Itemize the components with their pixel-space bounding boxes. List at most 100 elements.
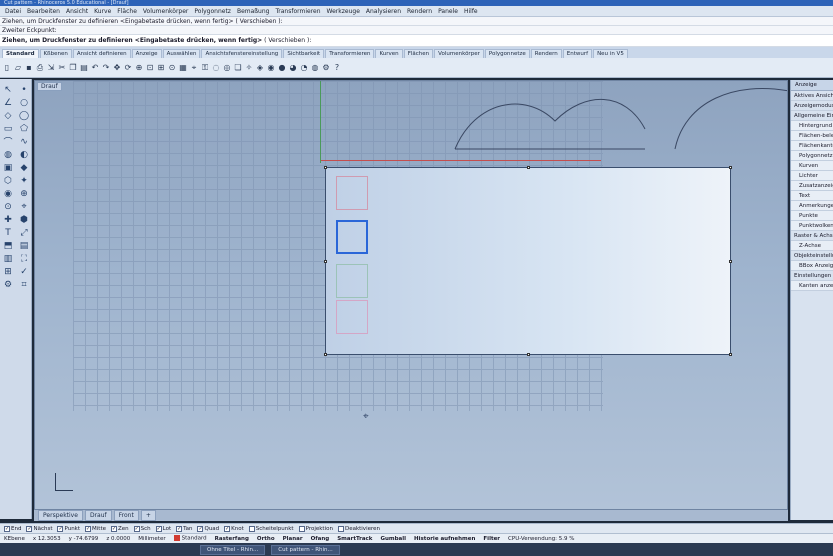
show-icon[interactable]: ◎ bbox=[222, 62, 232, 74]
rendered-icon[interactable]: ◕ bbox=[288, 62, 298, 74]
hide-icon[interactable]: ◌ bbox=[211, 62, 221, 74]
checkbox[interactable] bbox=[337, 525, 344, 532]
panel-item-aktives-ansichtsfenster[interactable]: Aktives Ansichtsfenster bbox=[791, 91, 833, 101]
panel-item-raster-achsen[interactable]: Raster & Achsen bbox=[791, 231, 833, 241]
resize-handle[interactable] bbox=[729, 353, 732, 356]
checkbox[interactable]: ✓ bbox=[133, 525, 140, 532]
menu-werkzeuge[interactable]: Werkzeuge bbox=[324, 8, 363, 15]
osnap-knot[interactable]: ✓ Knot bbox=[224, 525, 244, 532]
osnap-deaktivieren[interactable]: Deaktivieren bbox=[337, 525, 380, 532]
left-tool-8-icon[interactable]: ⬠ bbox=[16, 122, 32, 135]
left-tool-13-icon[interactable]: ▣ bbox=[0, 161, 16, 174]
left-tool-30-icon[interactable]: ✓ bbox=[16, 265, 32, 278]
menu-datei[interactable]: Datei bbox=[2, 8, 24, 15]
menu-panele[interactable]: Panele bbox=[435, 8, 461, 15]
viewport-tab-drauf[interactable]: Drauf bbox=[84, 510, 112, 521]
resize-handle[interactable] bbox=[729, 260, 732, 263]
menu-rendern[interactable]: Rendern bbox=[404, 8, 435, 15]
toolbar-tab-ansicht-definieren[interactable]: Ansicht definieren bbox=[72, 49, 131, 58]
pick-icon[interactable]: ⌖ bbox=[189, 62, 199, 74]
command-prompt[interactable]: Ziehen, um Druckfenster zu definieren <E… bbox=[0, 35, 833, 47]
left-tool-1-icon[interactable]: ↖ bbox=[0, 83, 16, 96]
toggle-ofang[interactable]: Ofang bbox=[311, 536, 330, 542]
toggle-rasterfang[interactable]: Rasterfang bbox=[215, 536, 249, 542]
taskbar-item[interactable]: Cut pattern - Rhin... bbox=[271, 544, 340, 555]
left-tool-27-icon[interactable]: ▥ bbox=[0, 252, 16, 265]
toolbar-tab-neu-in-v5[interactable]: Neu in V5 bbox=[593, 49, 628, 58]
menu-fläche[interactable]: Fläche bbox=[114, 8, 140, 15]
osnap-punkt[interactable]: ✓ Punkt bbox=[57, 525, 80, 532]
panel-item-bbox-anzeige[interactable]: BBox Anzeige bbox=[791, 261, 833, 271]
left-tool-3-icon[interactable]: ∠ bbox=[0, 96, 16, 109]
checkbox[interactable]: ✓ bbox=[155, 525, 162, 532]
toggle-gumball[interactable]: Gumball bbox=[380, 536, 406, 542]
left-tool-14-icon[interactable]: ◆ bbox=[16, 161, 32, 174]
toggle-filter[interactable]: Filter bbox=[483, 536, 500, 542]
toolbar-tab-entwurf[interactable]: Entwurf bbox=[562, 49, 593, 58]
panel-tab-anzeige[interactable]: Anzeige bbox=[791, 80, 833, 91]
toolbar-tab-transformieren[interactable]: Transformieren bbox=[325, 49, 375, 58]
cplane-readout[interactable]: KEbene bbox=[4, 536, 25, 542]
left-tool-32-icon[interactable]: ⌗ bbox=[16, 278, 32, 291]
panel-item-objekteinstellungen[interactable]: Objekteinstellungen bbox=[791, 251, 833, 261]
shaded-icon[interactable]: ● bbox=[277, 62, 287, 74]
checkbox[interactable]: ✓ bbox=[224, 525, 231, 532]
left-tool-19-icon[interactable]: ⊙ bbox=[0, 200, 16, 213]
zoom-window-icon[interactable]: ⊡ bbox=[145, 62, 155, 74]
toggle-planar[interactable]: Planar bbox=[283, 536, 303, 542]
menu-hilfe[interactable]: Hilfe bbox=[461, 8, 481, 15]
light-icon[interactable]: ✧ bbox=[244, 62, 254, 74]
panel-item-punkte[interactable]: Punkte bbox=[791, 211, 833, 221]
checkbox[interactable]: ✓ bbox=[176, 525, 183, 532]
checkbox[interactable]: ✓ bbox=[4, 525, 10, 532]
left-tool-11-icon[interactable]: ◍ bbox=[0, 148, 16, 161]
new-icon[interactable]: ▯ bbox=[2, 62, 12, 74]
left-tool-7-icon[interactable]: ▭ bbox=[0, 122, 16, 135]
toolbar-tab-flächen[interactable]: Flächen bbox=[403, 49, 434, 58]
resize-handle[interactable] bbox=[324, 260, 327, 263]
rotate-icon[interactable]: ⟳ bbox=[123, 62, 133, 74]
left-tool-26-icon[interactable]: ▤ bbox=[16, 239, 32, 252]
material-icon[interactable]: ◈ bbox=[255, 62, 265, 74]
checkbox[interactable]: ✓ bbox=[57, 525, 64, 532]
zoom-selected-icon[interactable]: ⊙ bbox=[167, 62, 177, 74]
viewport-top[interactable]: ⌖ Drauf bbox=[34, 80, 788, 510]
menu-ansicht[interactable]: Ansicht bbox=[63, 8, 91, 15]
left-tool-17-icon[interactable]: ◉ bbox=[0, 187, 16, 200]
checkbox[interactable]: ✓ bbox=[85, 525, 92, 532]
toolbar-tab-ansichtsfenstereinstellung[interactable]: Ansichtsfenstereinstellung bbox=[201, 49, 283, 58]
toolbar-tab-kurven[interactable]: Kurven bbox=[375, 49, 403, 58]
xray-icon[interactable]: ◍ bbox=[310, 62, 320, 74]
panel-item-lichter[interactable]: Lichter bbox=[791, 171, 833, 181]
osnap-mitte[interactable]: ✓ Mitte bbox=[85, 525, 106, 532]
left-tool-21-icon[interactable]: ✚ bbox=[0, 213, 16, 226]
zoom-extents-icon[interactable]: ⊞ bbox=[156, 62, 166, 74]
osnap-sch[interactable]: ✓ Sch bbox=[133, 525, 151, 532]
osnap-quad[interactable]: ✓ Quad bbox=[197, 525, 219, 532]
toolbar-tab-polygonnetze[interactable]: Polygonnetze bbox=[484, 49, 530, 58]
copy-icon[interactable]: ❐ bbox=[68, 62, 78, 74]
resize-handle[interactable] bbox=[324, 166, 327, 169]
menu-polygonnetz[interactable]: Polygonnetz bbox=[191, 8, 234, 15]
osnap-end[interactable]: ✓ End bbox=[4, 525, 21, 532]
resize-handle[interactable] bbox=[527, 353, 530, 356]
resize-handle[interactable] bbox=[729, 166, 732, 169]
print-window-rectangle[interactable] bbox=[324, 166, 732, 356]
left-tool-6-icon[interactable]: ◯ bbox=[16, 109, 32, 122]
menu-bearbeiten[interactable]: Bearbeiten bbox=[24, 8, 63, 15]
menu-bemaßung[interactable]: Bemaßung bbox=[234, 8, 273, 15]
panel-item-z-achse[interactable]: Z-Achse bbox=[791, 241, 833, 251]
viewport-title[interactable]: Drauf bbox=[37, 82, 62, 91]
render-icon[interactable]: ◉ bbox=[266, 62, 276, 74]
toolbar-tab-auswählen[interactable]: Auswählen bbox=[162, 49, 201, 58]
ghosted-icon[interactable]: ◔ bbox=[299, 62, 309, 74]
left-tool-29-icon[interactable]: ⊞ bbox=[0, 265, 16, 278]
cut-icon[interactable]: ✂ bbox=[57, 62, 67, 74]
panel-item-flächen-beleuchtung[interactable]: Flächen-beleuchtung bbox=[791, 131, 833, 141]
left-tool-23-icon[interactable]: T bbox=[0, 226, 16, 239]
left-tool-25-icon[interactable]: ⬒ bbox=[0, 239, 16, 252]
left-tool-22-icon[interactable]: ⬢ bbox=[16, 213, 32, 226]
toolbar-tab-kßbenen[interactable]: Kßbenen bbox=[39, 49, 72, 58]
pan-icon[interactable]: ✥ bbox=[112, 62, 122, 74]
menu-analysieren[interactable]: Analysieren bbox=[363, 8, 404, 15]
